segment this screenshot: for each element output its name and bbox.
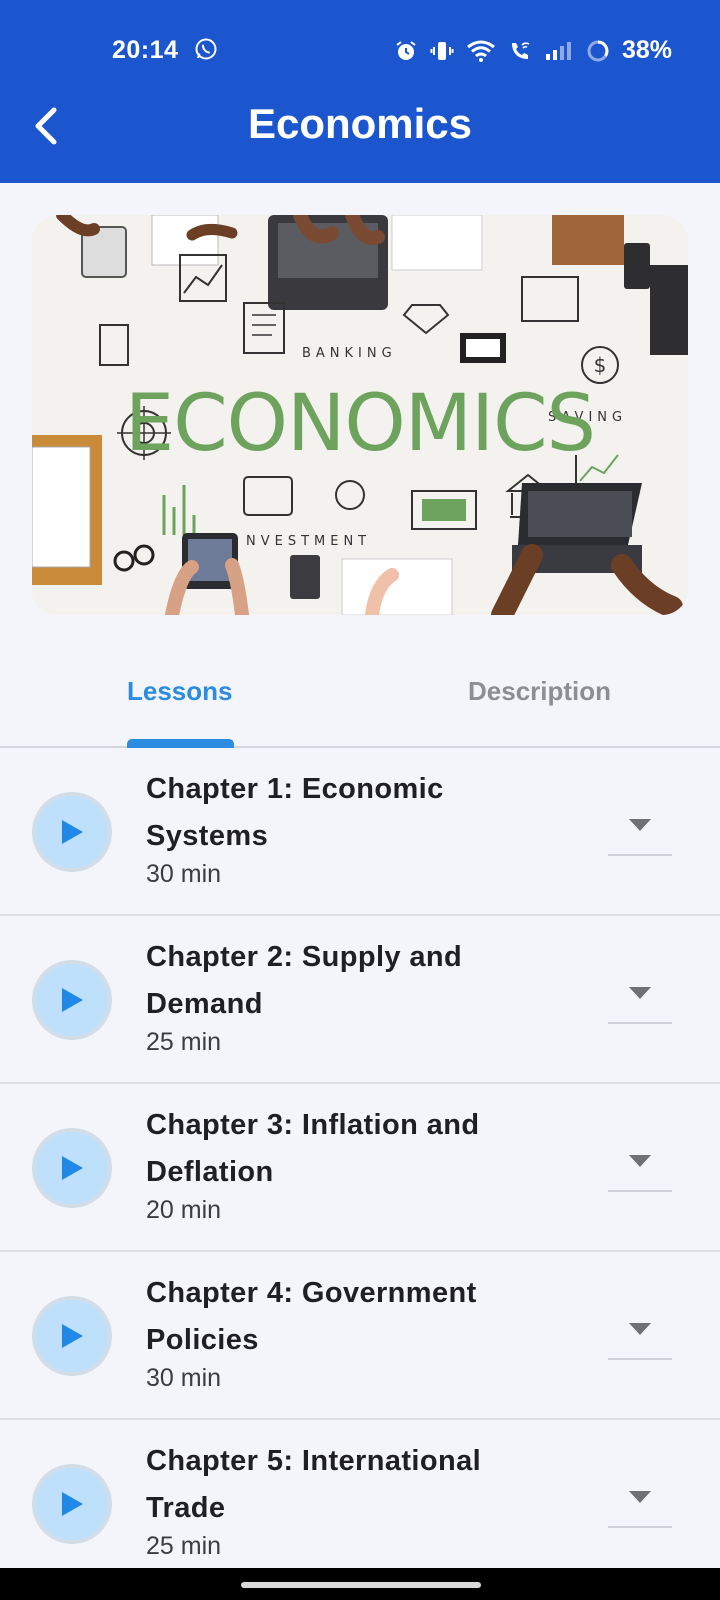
play-button[interactable] — [32, 1296, 112, 1376]
dropdown-arrow-icon — [629, 1155, 651, 1167]
lesson-title: Chapter 1: Economic Systems — [146, 773, 444, 852]
dropdown-arrow-icon — [629, 1323, 651, 1335]
tab-description[interactable]: Description — [468, 676, 611, 707]
wifi-icon — [467, 40, 495, 62]
lesson-list: Chapter 1: Economic Systems 30 min Chapt… — [0, 748, 720, 1588]
tab-lessons[interactable]: Lessons — [127, 676, 233, 707]
active-tab-indicator — [127, 739, 234, 748]
tab-bar: Lessons Description — [0, 650, 720, 748]
lesson-dropdown[interactable] — [608, 1140, 672, 1192]
lesson-duration: 25 min — [146, 1028, 222, 1056]
signal-icon — [545, 41, 571, 60]
svg-text:$: $ — [594, 353, 607, 377]
play-icon — [62, 1492, 83, 1516]
lesson-dropdown[interactable] — [608, 972, 672, 1024]
play-button[interactable] — [32, 1464, 112, 1544]
status-icons: 38% — [394, 36, 672, 65]
play-button[interactable] — [32, 1128, 112, 1208]
play-icon — [62, 1156, 83, 1180]
lesson-item[interactable]: Chapter 5: International Trade 25 min — [0, 1420, 720, 1588]
status-bar: 20:14 38% — [0, 34, 720, 68]
lesson-title: Chapter 2: Supply and Demand — [146, 941, 463, 1020]
dropdown-arrow-icon — [629, 1491, 651, 1503]
investment-doodle: NVESTMENT — [246, 534, 371, 549]
play-button[interactable] — [32, 960, 112, 1040]
lesson-item[interactable]: Chapter 2: Supply and Demand 25 min — [0, 916, 720, 1084]
hero-economics-word: ECONOMICS — [125, 379, 595, 469]
lesson-dropdown[interactable] — [608, 804, 672, 856]
dropdown-arrow-icon — [629, 819, 651, 831]
lesson-title: Chapter 3: Inflation and Deflation — [146, 1109, 480, 1188]
play-icon — [62, 1324, 83, 1348]
lesson-item[interactable]: Chapter 4: Government Policies 30 min — [0, 1252, 720, 1420]
title-bar: Economics — [0, 92, 720, 162]
whatsapp-icon — [195, 38, 217, 60]
vibrate-icon — [430, 41, 454, 60]
lesson-duration: 25 min — [146, 1532, 222, 1560]
app-bar: 20:14 38% Economics — [0, 0, 720, 183]
wifi-call-icon — [511, 41, 530, 59]
play-button[interactable] — [32, 792, 112, 872]
lesson-title: Chapter 5: International Trade — [146, 1445, 482, 1524]
lesson-item[interactable]: Chapter 3: Inflation and Deflation 20 mi… — [0, 1084, 720, 1252]
page-title: Economics — [247, 100, 473, 147]
alarm-icon — [396, 40, 416, 60]
lesson-duration: 30 min — [146, 1364, 222, 1392]
course-hero-image: $ BANKING SAVING NVESTMENT ECONOMICS — [32, 215, 688, 615]
lesson-title: Chapter 4: Government Policies — [146, 1277, 477, 1356]
economics-illustration: $ BANKING SAVING NVESTMENT ECONOMICS — [32, 215, 688, 615]
battery-percent: 38% — [621, 36, 672, 64]
banking-doodle: BANKING — [302, 346, 397, 361]
lesson-dropdown[interactable] — [608, 1476, 672, 1528]
lesson-duration: 30 min — [146, 860, 222, 888]
play-icon — [62, 820, 83, 844]
system-navigation-bar — [0, 1568, 720, 1600]
status-time: 20:14 — [112, 36, 179, 64]
gesture-handle[interactable] — [241, 1582, 481, 1588]
lesson-duration: 20 min — [146, 1196, 222, 1224]
lesson-dropdown[interactable] — [608, 1308, 672, 1360]
dropdown-arrow-icon — [629, 987, 651, 999]
play-icon — [62, 988, 83, 1012]
lesson-item[interactable]: Chapter 1: Economic Systems 30 min — [0, 748, 720, 916]
battery-ring-icon — [587, 40, 609, 61]
